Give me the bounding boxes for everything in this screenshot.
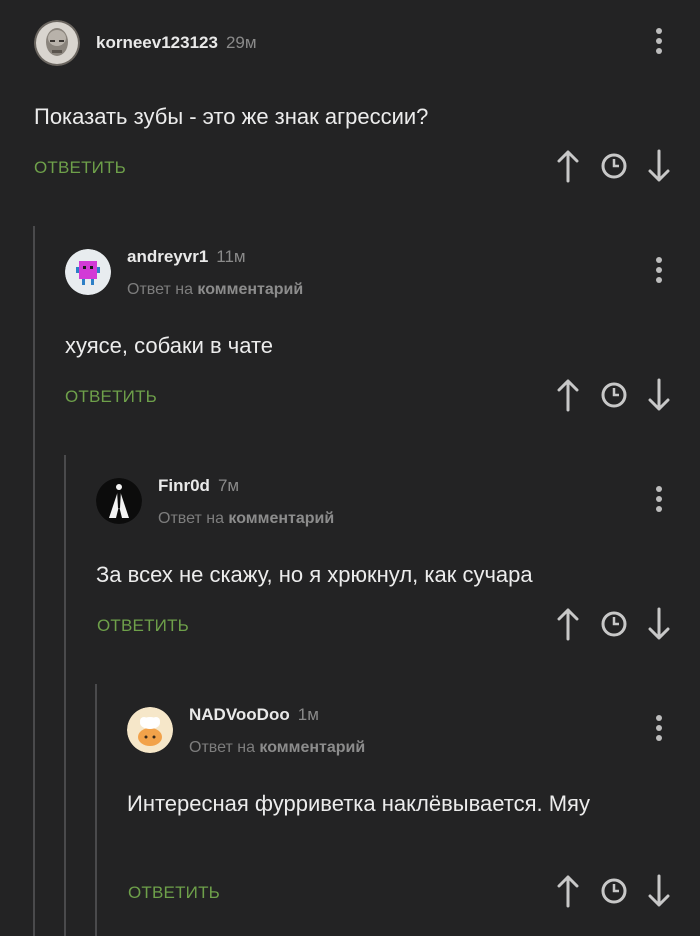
reply-to-note: Ответ на комментарий: [189, 739, 365, 757]
reply-target-link[interactable]: комментарий: [259, 739, 365, 756]
comment-time: 7м: [217, 476, 240, 495]
comment-text: хуясе, собаки в чате: [65, 333, 274, 358]
reply-to-note: Ответ на комментарий: [127, 281, 303, 299]
username-text: Finr0d: [158, 476, 210, 495]
comment-text: Показать зубы - это же знак агрессии?: [34, 104, 429, 129]
username-text: andreyvr1: [127, 247, 209, 266]
clock-icon[interactable]: [600, 377, 628, 413]
username[interactable]: Finr0d 7м: [158, 476, 239, 496]
arrow-up-icon[interactable]: [554, 377, 582, 413]
username-text: korneev123123: [96, 33, 218, 52]
reply-button[interactable]: ОТВЕТИТЬ: [34, 158, 126, 178]
arrow-up-icon[interactable]: [554, 873, 582, 909]
reply-to-note: Ответ на комментарий: [158, 510, 334, 528]
more-vertical-icon[interactable]: [654, 486, 664, 516]
username[interactable]: andreyvr1 11м: [127, 247, 246, 267]
comment-time: 29м: [225, 33, 257, 52]
clock-icon[interactable]: [600, 873, 628, 909]
avatar[interactable]: [34, 20, 80, 66]
clock-icon[interactable]: [600, 148, 628, 184]
reply-prefix: Ответ на: [189, 739, 255, 756]
more-vertical-icon[interactable]: [654, 28, 664, 58]
comment-text: Интересная фурриветка наклёвывается. Мяу: [127, 791, 590, 816]
more-vertical-icon[interactable]: [654, 257, 664, 287]
comment-time: 1м: [297, 705, 319, 724]
reply-target-link[interactable]: комментарий: [228, 510, 334, 527]
username[interactable]: NADVooDoo 1м: [189, 705, 319, 725]
thread-line-level-1: [33, 226, 35, 936]
username[interactable]: korneev123123 29м: [96, 33, 257, 53]
arrow-down-icon[interactable]: [645, 873, 673, 909]
avatar[interactable]: [96, 478, 142, 524]
arrow-down-icon[interactable]: [645, 148, 673, 184]
arrow-up-icon[interactable]: [554, 606, 582, 642]
reply-button[interactable]: ОТВЕТИТЬ: [65, 387, 157, 407]
reply-button[interactable]: ОТВЕТИТЬ: [97, 616, 189, 636]
username-text: NADVooDoo: [189, 705, 290, 724]
thread-line-level-2: [64, 455, 66, 936]
clock-icon[interactable]: [600, 606, 628, 642]
avatar[interactable]: [65, 249, 111, 295]
arrow-down-icon[interactable]: [645, 606, 673, 642]
reply-button[interactable]: ОТВЕТИТЬ: [128, 883, 220, 903]
reply-target-link[interactable]: комментарий: [197, 281, 303, 298]
thread-line-level-3: [95, 684, 97, 936]
reply-prefix: Ответ на: [127, 281, 193, 298]
comment-time: 11м: [216, 247, 246, 266]
avatar[interactable]: [127, 707, 173, 753]
comment-text: За всех не скажу, но я хрюкнул, как суча…: [96, 562, 533, 587]
more-vertical-icon[interactable]: [654, 715, 664, 745]
arrow-up-icon[interactable]: [554, 148, 582, 184]
reply-prefix: Ответ на: [158, 510, 224, 527]
arrow-down-icon[interactable]: [645, 377, 673, 413]
